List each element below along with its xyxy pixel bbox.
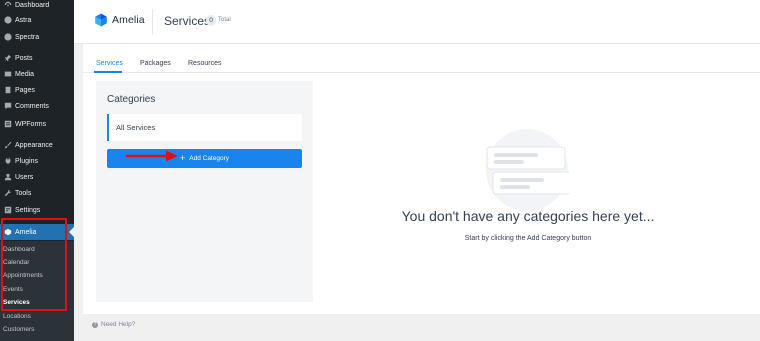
sidebar-item-wpforms[interactable]: WPForms	[0, 116, 74, 132]
sidebar-item-users[interactable]: Users	[0, 169, 74, 185]
sidebar-item-tools[interactable]: Tools	[0, 185, 74, 201]
amelia-icon	[3, 228, 12, 237]
submenu-item-events[interactable]: Events	[3, 286, 23, 293]
pages-icon	[3, 86, 12, 95]
amelia-submenu: Dashboard Calendar Appointments Events S…	[0, 241, 74, 341]
need-help-link[interactable]: ? Need Help?	[92, 321, 135, 328]
comments-icon	[3, 102, 12, 111]
plus-icon: +	[179, 153, 186, 163]
submenu-item-dashboard[interactable]: Dashboard	[3, 246, 35, 253]
total-label: Total	[218, 17, 231, 23]
sidebar-item-spectra[interactable]: Spectra	[0, 29, 74, 45]
wrench-icon	[3, 189, 12, 198]
sidebar-item-appearance[interactable]: Appearance	[0, 137, 74, 153]
plugins-icon	[3, 157, 12, 166]
add-category-button[interactable]: + Add Category	[107, 149, 302, 168]
sidebar-item-astra[interactable]: Astra	[0, 12, 74, 28]
amelia-logo: Amelia	[94, 13, 145, 27]
need-help-label: Need Help?	[101, 321, 136, 328]
empty-state-title: You don't have any categories here yet..…	[401, 208, 655, 224]
dashboard-icon	[3, 1, 12, 10]
tab-packages[interactable]: Packages	[140, 60, 171, 67]
brush-icon	[3, 141, 12, 150]
tab-bar: Services Packages Resources	[83, 44, 760, 73]
empty-state-subtitle: Start by clicking the Add Category butto…	[464, 235, 592, 242]
main-content: Services Packages Resources Categories A…	[83, 44, 760, 314]
sidebar-item-amelia[interactable]: Amelia	[0, 224, 74, 240]
page-header: Amelia Services 0 Total	[74, 0, 760, 44]
sidebar-item-posts[interactable]: Posts	[0, 50, 74, 66]
header-divider	[152, 9, 153, 35]
active-tab-indicator	[94, 71, 122, 73]
sidebar-item-settings[interactable]: Settings	[0, 202, 74, 218]
users-icon	[3, 173, 12, 182]
tab-services[interactable]: Services	[96, 60, 123, 67]
sidebar-item-media[interactable]: Media	[0, 66, 74, 82]
wpforms-icon	[3, 120, 12, 129]
submenu-item-customers[interactable]: Customers	[3, 326, 34, 333]
help-icon: ?	[92, 321, 98, 328]
settings-icon	[3, 206, 12, 215]
submenu-item-calendar[interactable]: Calendar	[3, 259, 29, 266]
media-icon	[3, 70, 12, 79]
categories-title: Categories	[107, 94, 156, 105]
tab-resources[interactable]: Resources	[188, 60, 221, 67]
sidebar-item-pages[interactable]: Pages	[0, 82, 74, 98]
categories-panel: Categories All Services + Add Category	[96, 81, 313, 302]
astra-icon	[3, 16, 12, 25]
empty-categories-illustration	[486, 129, 569, 211]
amelia-logo-icon	[95, 13, 107, 27]
all-services-item[interactable]: All Services	[107, 114, 302, 141]
admin-sidebar: Dashboard Astra Spectra Posts Media Page…	[0, 0, 74, 341]
submenu-item-appointments[interactable]: Appointments	[3, 272, 43, 279]
services-count-badge: 0	[206, 15, 216, 26]
spectra-icon	[3, 33, 12, 42]
page-title: Services	[164, 14, 211, 28]
add-category-label: Add Category	[189, 155, 229, 162]
pin-icon	[3, 54, 12, 63]
sidebar-item-plugins[interactable]: Plugins	[0, 153, 74, 169]
submenu-item-locations[interactable]: Locations	[3, 313, 31, 320]
submenu-item-services[interactable]: Services	[3, 299, 30, 306]
sidebar-item-comments[interactable]: Comments	[0, 98, 74, 114]
logo-text: Amelia	[112, 14, 145, 26]
